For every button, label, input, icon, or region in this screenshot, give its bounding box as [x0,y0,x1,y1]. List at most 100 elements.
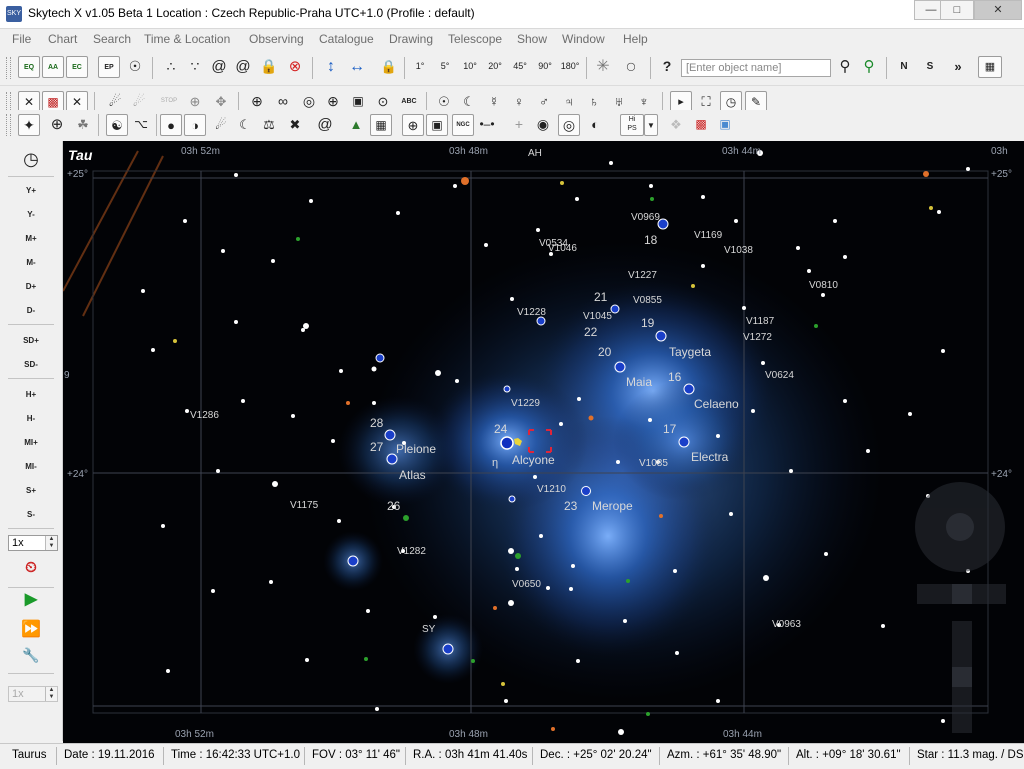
spin-arrows-icon[interactable]: ▲ ▼ [45,536,57,550]
sidereal-day-minus-button[interactable]: SD- [8,356,54,374]
crosshair-thin-icon[interactable]: + [508,114,530,136]
fov-90-button[interactable]: 90° [534,56,556,78]
menu-show[interactable]: Show [517,32,547,46]
epoch-button[interactable]: EP [98,56,120,78]
sky-chart-canvas[interactable]: Tau 03h 52m 03h 48m 03h 44m 03h 03h 52m … [63,141,1024,743]
navigation-joystick[interactable] [915,482,1006,733]
hips-dropdown-icon[interactable]: ▼ [644,114,658,136]
hour-minus-button[interactable]: H- [8,410,54,428]
menu-search[interactable]: Search [93,32,131,46]
day-minus-button[interactable]: D- [8,302,54,320]
earth-icon[interactable]: ◉ [532,114,554,136]
ngc-button[interactable]: NGC [452,114,474,136]
satellite-icon[interactable]: ⚖ [258,114,280,136]
dso-solid-icon[interactable]: ● [160,114,182,136]
maximize-button[interactable]: □ [940,0,974,20]
stars-move-icon[interactable]: ∵ [184,56,206,78]
close-button[interactable]: ✕ [974,0,1022,20]
orbit-icon[interactable]: ◐ [584,114,606,136]
minute-minus-button[interactable]: MI- [8,458,54,476]
landscape-icon[interactable]: ▲ [345,114,367,136]
fov-20-button[interactable]: 20° [484,56,506,78]
hips-button[interactable]: Hi PS [620,114,644,136]
play-icon[interactable]: ▶ [8,591,54,611]
fov-5-button[interactable]: 5° [434,56,456,78]
galaxy-icon[interactable]: @ [208,56,230,78]
milkyway-icon[interactable]: ☘ [72,114,94,136]
search-icon[interactable]: ⚲ [834,56,856,78]
year-minus-button[interactable]: Y- [8,206,54,224]
stopwatch-icon[interactable]: ⏲ [8,559,54,583]
target-icon[interactable]: ☉ [124,56,146,78]
cancel-icon[interactable]: ⊗ [284,56,306,78]
image-icon[interactable]: ▣ [426,114,448,136]
day-plus-button[interactable]: D+ [8,278,54,296]
scale-bar-icon[interactable]: •–• [476,114,498,136]
star-point-icon[interactable]: ✦ [18,114,40,136]
year-plus-button[interactable]: Y+ [8,182,54,200]
menu-catalogue[interactable]: Catalogue [319,32,374,46]
star-burst-icon[interactable]: ✳ [592,56,614,78]
object-label: V1169 [694,230,723,241]
second-minus-button[interactable]: S- [8,506,54,524]
south-button[interactable]: S [919,56,941,78]
crosshair-frame-icon[interactable]: ⊕ [402,114,424,136]
fov-180-button[interactable]: 180° [559,56,581,78]
search-add-icon[interactable]: ⚲ [858,56,880,78]
help-button[interactable]: ? [656,56,678,78]
grid-icon[interactable]: ▦ [370,114,392,136]
menu-window[interactable]: Window [562,32,605,46]
menu-help[interactable]: Help [623,32,648,46]
settings-wrench-icon[interactable]: 🔧 [8,646,54,666]
minute-plus-button[interactable]: MI+ [8,434,54,452]
compass-icon[interactable]: ◎ [558,114,580,136]
lock-icon[interactable]: 🔒 [258,56,280,78]
lock-view-icon[interactable]: 🔒 [378,56,400,78]
layout-icon[interactable]: ▦ [978,56,1002,78]
fov-1-button[interactable]: 1° [409,56,431,78]
constellation-figure-icon[interactable]: ☯ [106,114,128,136]
object-search-input[interactable]: [Enter object name] [681,59,831,77]
object-label: Maia [626,375,652,389]
hour-plus-button[interactable]: H+ [8,386,54,404]
menu-telescope[interactable]: Telescope [448,32,502,46]
north-button[interactable]: N [893,56,915,78]
clock-icon[interactable]: ◷ [8,150,54,168]
sky-chart[interactable]: Tau 03h 52m 03h 48m 03h 44m 03h 03h 52m … [63,141,1024,743]
equatorial-mode-button[interactable]: EQ [18,56,40,78]
object-label: 22 [584,325,598,339]
menu-chart[interactable]: Chart [48,32,77,46]
menu-file[interactable]: File [12,32,31,46]
half-moon-icon[interactable]: ◑ [184,114,206,136]
network-grey-icon[interactable]: ❖ [665,114,687,136]
altaz-mode-button[interactable]: AA [42,56,64,78]
scope-icon[interactable]: ✖ [284,114,306,136]
menu-time-location[interactable]: Time & Location [144,32,230,46]
sidereal-day-plus-button[interactable]: SD+ [8,332,54,350]
menu-drawing[interactable]: Drawing [389,32,433,46]
fast-forward-icon[interactable]: ⏩ [8,621,54,641]
globe-grid-icon[interactable]: ⊕ [46,114,68,136]
menu-observing[interactable]: Observing [249,32,304,46]
camera-icon[interactable]: ▣ [714,114,736,136]
fov-10-button[interactable]: 10° [459,56,481,78]
comet-tail-icon[interactable]: ☄ [210,114,232,136]
more-toolbar-button[interactable]: » [947,56,969,78]
horizontal-flip-icon[interactable]: ↔ [346,56,368,78]
galaxy-small-icon[interactable]: @ [232,56,254,78]
spin-arrows-icon[interactable]: ▲ ▼ [45,687,57,701]
spiral-galaxy-icon[interactable]: @ [314,114,336,136]
ecliptic-mode-button[interactable]: EC [66,56,88,78]
meteor-icon[interactable]: ☾ [234,114,256,136]
rotate-180-icon[interactable]: ◯ [620,56,642,78]
month-plus-button[interactable]: M+ [8,230,54,248]
second-plus-button[interactable]: S+ [8,482,54,500]
time-step-input[interactable]: 1x ▲ ▼ [8,535,58,551]
stars-icon[interactable]: ∴ [160,56,182,78]
fov-45-button[interactable]: 45° [509,56,531,78]
vertical-flip-icon[interactable]: ↕ [320,56,342,78]
speed-step-input[interactable]: 1x ▲ ▼ [8,686,58,702]
month-minus-button[interactable]: M- [8,254,54,272]
flag-icon[interactable]: ▩ [690,114,712,136]
constellation-bounds-icon[interactable]: ⌥ [130,114,152,136]
